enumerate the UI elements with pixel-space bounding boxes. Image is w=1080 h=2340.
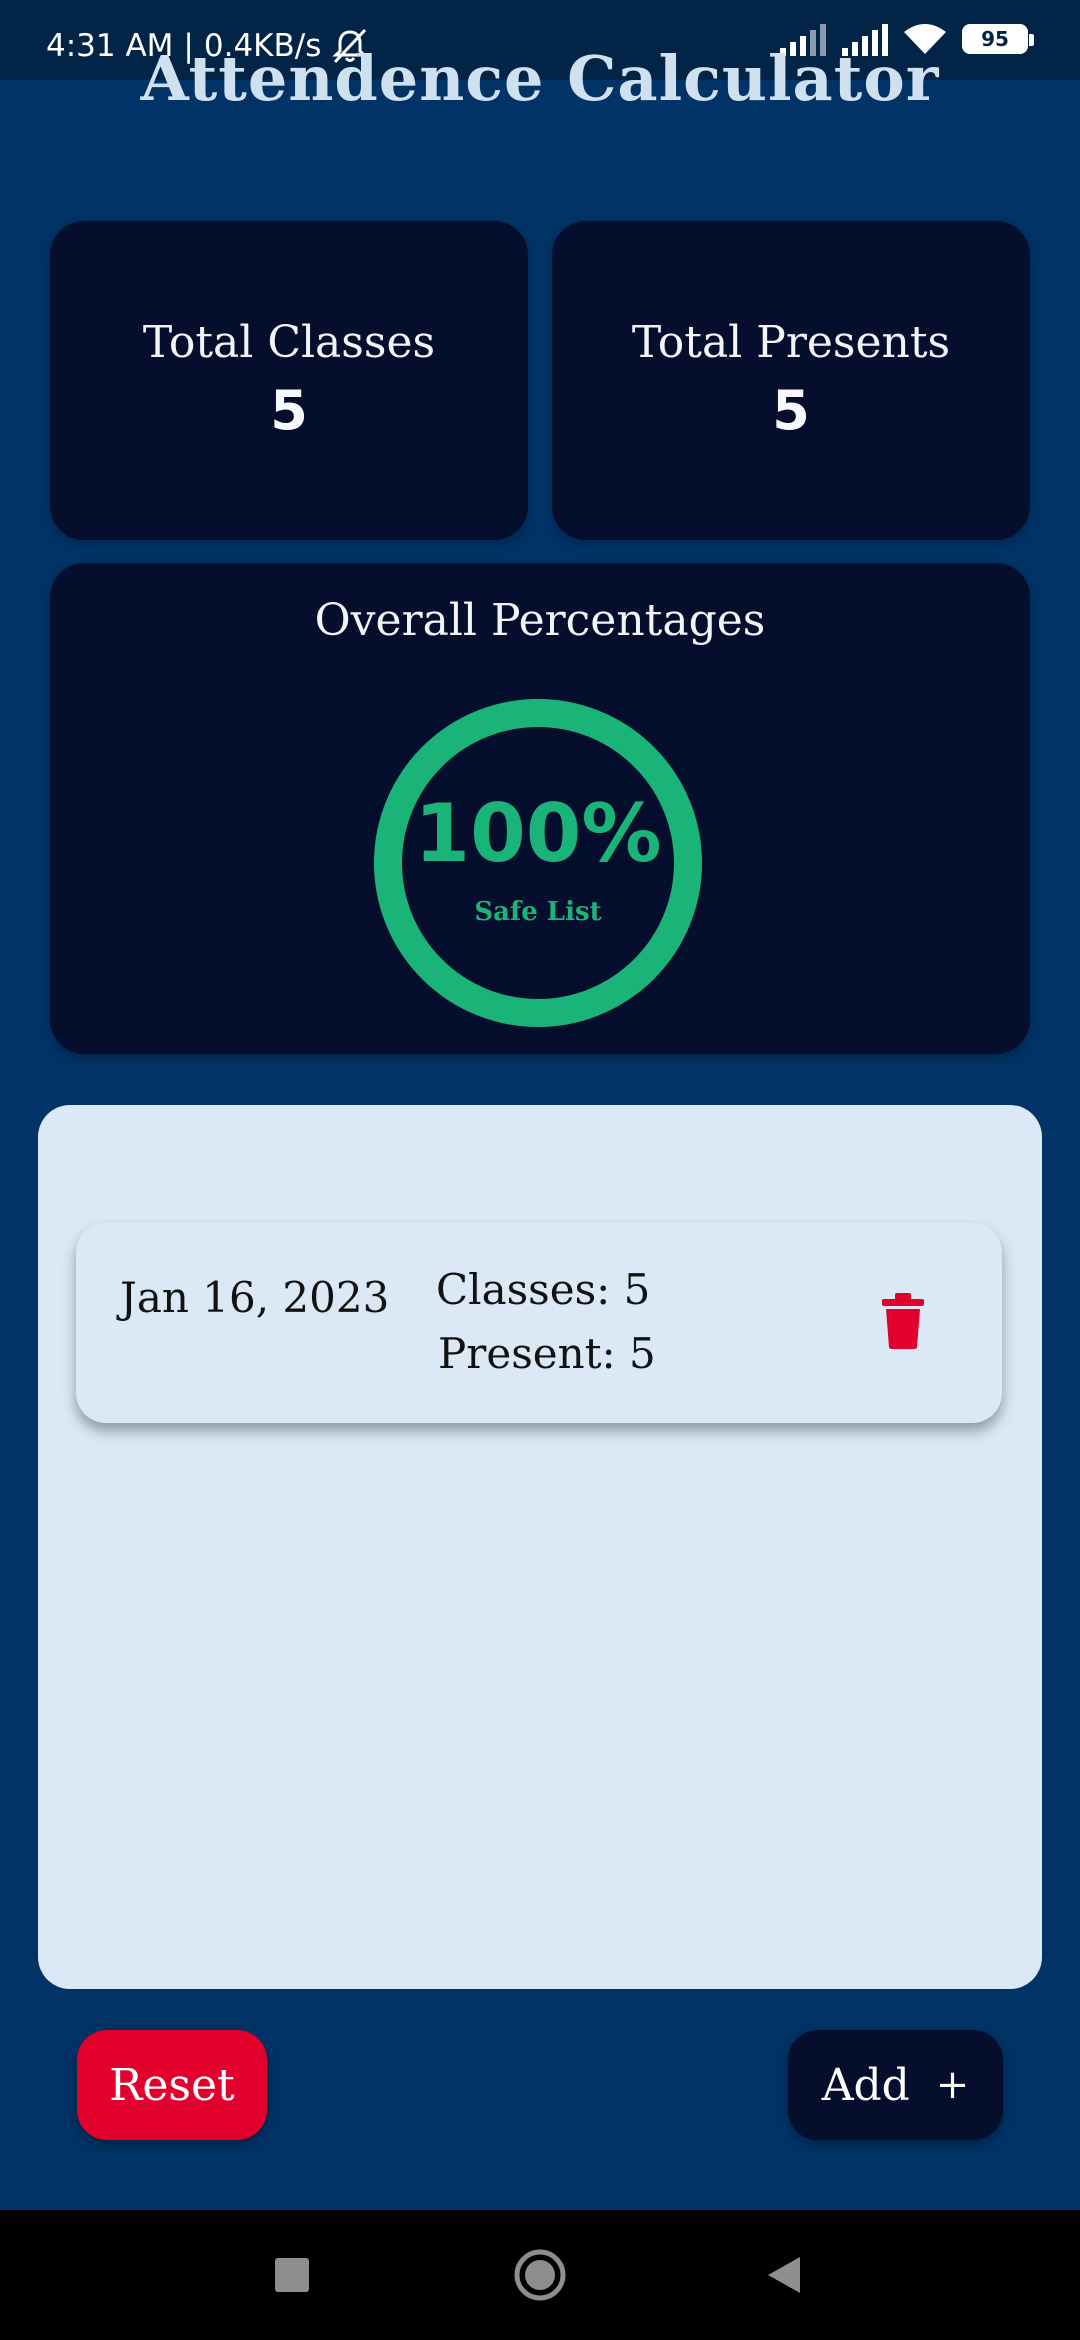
total-presents-value: 5: [772, 379, 810, 442]
back-icon[interactable]: [766, 2255, 802, 2295]
system-nav-bar: [0, 2210, 1080, 2340]
plus-icon: +: [935, 2062, 970, 2108]
reset-button-label: Reset: [109, 2059, 235, 2111]
reset-button[interactable]: Reset: [77, 2030, 267, 2140]
percentage-ring: 100% Safe List: [372, 697, 704, 1029]
percentage-status: Safe List: [474, 897, 602, 927]
total-presents-card: Total Presents 5: [552, 221, 1030, 540]
home-icon[interactable]: [513, 2248, 567, 2302]
entry-present: Present: 5: [438, 1329, 656, 1378]
entry-date: Jan 16, 2023: [120, 1273, 390, 1322]
total-classes-card: Total Classes 5: [50, 221, 528, 540]
add-button-label: Add: [821, 2059, 910, 2111]
attendance-list[interactable]: Jan 16, 2023 Classes: 5 Present: 5: [38, 1105, 1042, 1989]
overall-percentages-label: Overall Percentages: [314, 595, 766, 646]
recents-icon[interactable]: [275, 2258, 309, 2292]
app-title: Attendence Calculator: [140, 42, 940, 115]
total-presents-label: Total Presents: [631, 317, 951, 368]
total-classes-label: Total Classes: [142, 317, 436, 368]
list-item[interactable]: Jan 16, 2023 Classes: 5 Present: 5: [76, 1223, 1002, 1423]
add-button[interactable]: Add +: [788, 2030, 1003, 2140]
entry-classes: Classes: 5: [436, 1265, 651, 1314]
percentage-value: 100%: [414, 787, 662, 880]
trash-icon[interactable]: [882, 1293, 924, 1349]
total-classes-value: 5: [270, 379, 308, 442]
